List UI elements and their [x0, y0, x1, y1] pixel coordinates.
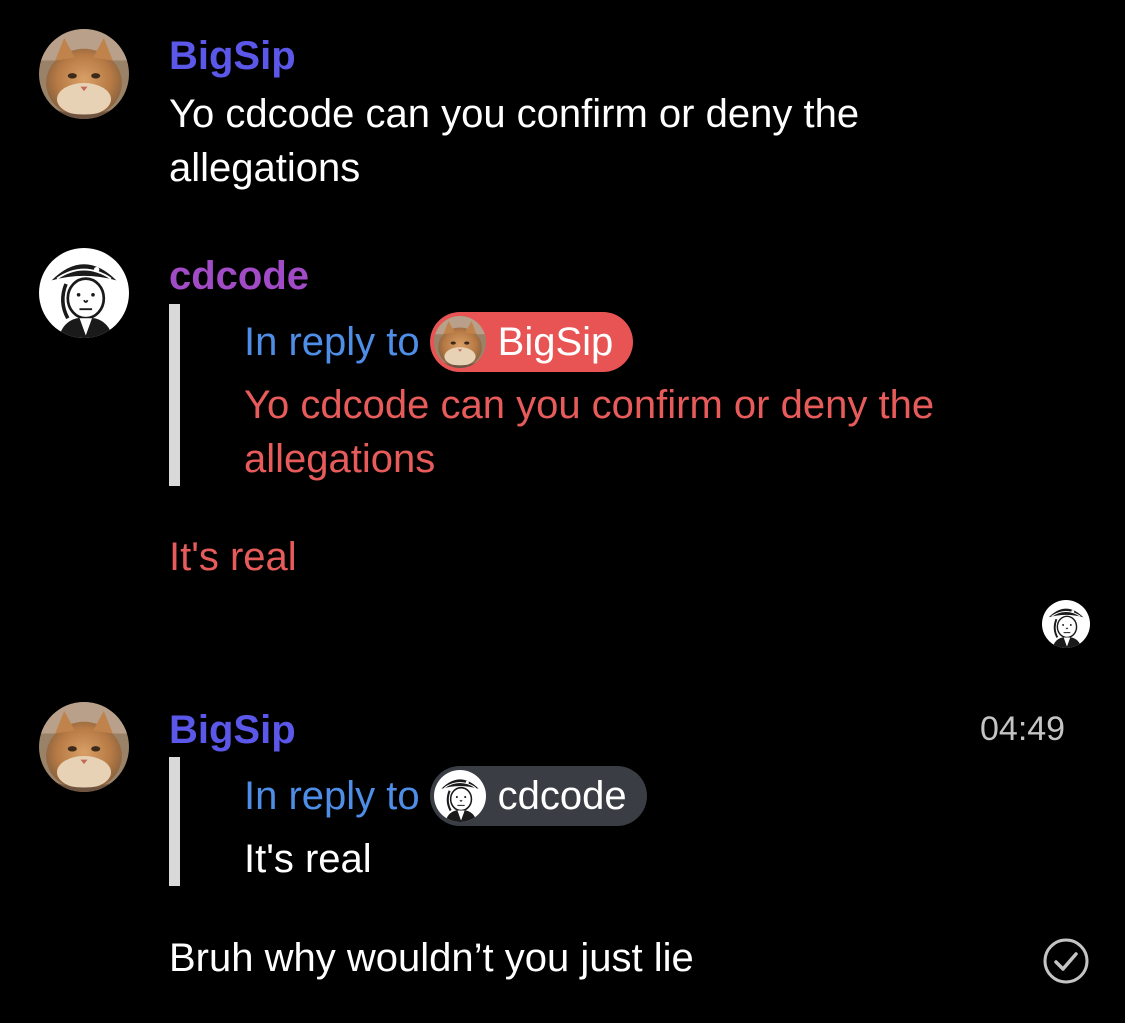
- reply-user-name: cdcode: [497, 773, 627, 818]
- message-text: Bruh why wouldn’t you just lie: [169, 936, 694, 980]
- cat-avatar-icon[interactable]: [39, 702, 129, 792]
- cat-avatar-icon[interactable]: [39, 29, 129, 119]
- message-text: It's real: [169, 535, 297, 579]
- sent-check-icon: [1043, 938, 1089, 984]
- username[interactable]: cdcode: [169, 252, 309, 300]
- reply-quote-text: allegations: [244, 437, 436, 481]
- username[interactable]: BigSip: [169, 32, 296, 80]
- pirate-avatar-icon[interactable]: [39, 248, 129, 338]
- reply-user-pill[interactable]: BigSip: [429, 312, 634, 372]
- reply-quote-text: Yo cdcode can you confirm or deny the: [244, 383, 935, 427]
- message-timestamp: 04:49: [980, 710, 1066, 748]
- reply-prefix: In reply to: [244, 773, 420, 818]
- message-text: allegations: [169, 146, 361, 190]
- reply-prefix: In reply to: [244, 319, 420, 364]
- reply-quote-text: It's real: [244, 837, 372, 881]
- message-text: Yo cdcode can you confirm or deny the: [169, 92, 860, 136]
- pirate-avatar-icon: [434, 770, 486, 822]
- reply-quote-bar: [169, 304, 180, 486]
- reply-user-pill[interactable]: cdcode: [429, 766, 647, 826]
- username[interactable]: BigSip: [169, 706, 296, 754]
- read-receipt-avatar-icon[interactable]: [1042, 600, 1090, 648]
- reply-user-name: BigSip: [497, 319, 614, 364]
- reply-header[interactable]: In reply to cdcode: [244, 765, 647, 827]
- reply-header[interactable]: In reply to BigSip: [244, 311, 634, 373]
- cat-avatar-icon: [434, 316, 486, 368]
- reply-quote-bar: [169, 757, 180, 886]
